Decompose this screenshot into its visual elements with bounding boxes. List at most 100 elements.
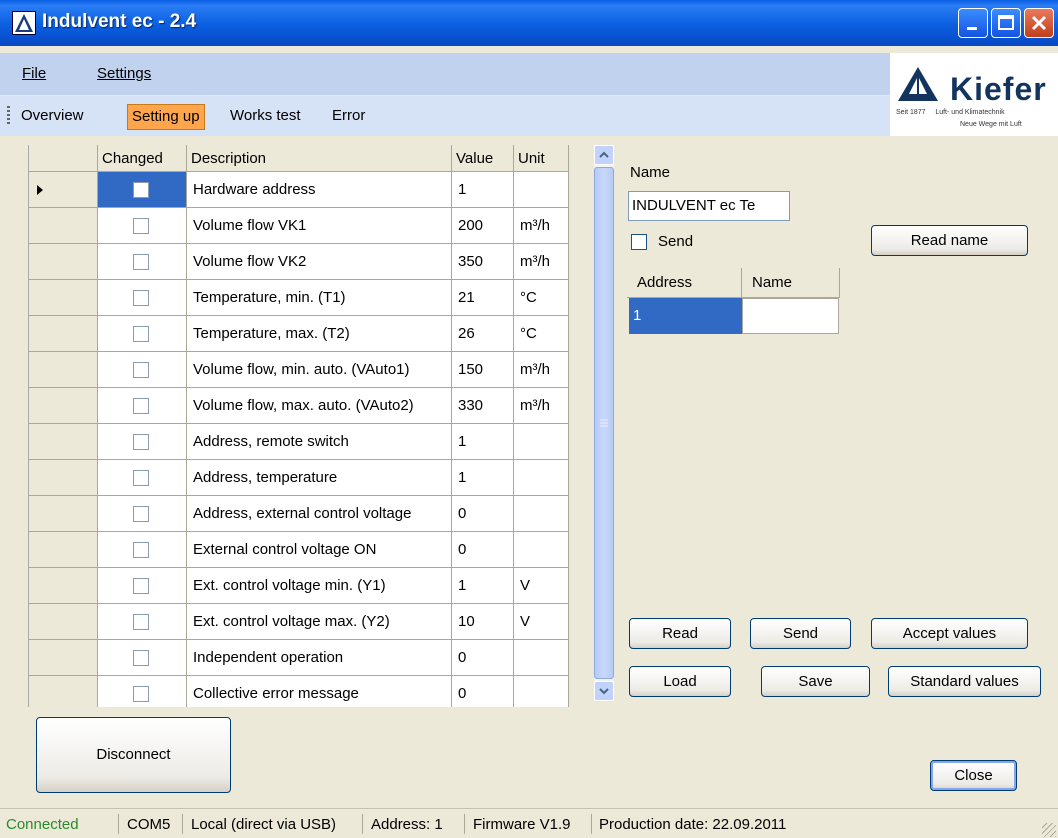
value-cell[interactable]: 0 [452, 676, 514, 707]
changed-cell[interactable] [98, 280, 187, 316]
table-row[interactable]: External control voltage ON 0 [29, 532, 569, 568]
value-cell[interactable]: 350 [452, 244, 514, 280]
table-row[interactable]: Address, remote switch 1 [29, 424, 569, 460]
changed-checkbox[interactable] [133, 542, 149, 558]
changed-cell[interactable] [98, 640, 187, 676]
row-header[interactable] [29, 172, 98, 208]
name-input[interactable]: INDULVENT ec Te [628, 191, 790, 221]
changed-cell[interactable] [98, 244, 187, 280]
value-cell[interactable]: 150 [452, 352, 514, 388]
row-header[interactable] [29, 280, 98, 316]
value-cell[interactable]: 1 [452, 424, 514, 460]
changed-cell[interactable] [98, 604, 187, 640]
table-row[interactable]: Address, temperature 1 [29, 460, 569, 496]
changed-checkbox[interactable] [133, 686, 149, 702]
value-cell[interactable]: 1 [452, 568, 514, 604]
changed-checkbox[interactable] [133, 218, 149, 234]
row-header[interactable] [29, 244, 98, 280]
tab-overview[interactable]: Overview [17, 104, 88, 128]
address-cell[interactable]: 1 [629, 298, 742, 334]
address-column-header[interactable]: Address [627, 268, 742, 298]
row-header[interactable] [29, 460, 98, 496]
row-header[interactable] [29, 352, 98, 388]
table-row[interactable]: Volume flow VK1 200 m³/h [29, 208, 569, 244]
table-row[interactable]: Hardware address 1 [29, 172, 569, 208]
value-cell[interactable]: 1 [452, 172, 514, 208]
load-button[interactable]: Load [629, 666, 731, 697]
row-header[interactable] [29, 676, 98, 707]
changed-checkbox[interactable] [133, 578, 149, 594]
row-header[interactable] [29, 532, 98, 568]
table-row[interactable]: Collective error message 0 [29, 676, 569, 707]
changed-checkbox[interactable] [133, 182, 149, 198]
table-row[interactable]: Independent operation 0 [29, 640, 569, 676]
save-button[interactable]: Save [761, 666, 870, 697]
column-header-changed[interactable]: Changed [98, 145, 187, 172]
value-cell[interactable]: 200 [452, 208, 514, 244]
column-header-unit[interactable]: Unit [514, 145, 569, 172]
address-grid[interactable]: Address Name 1 [627, 268, 840, 336]
value-cell[interactable]: 0 [452, 640, 514, 676]
close-window-button[interactable] [1024, 8, 1054, 38]
changed-cell[interactable] [98, 208, 187, 244]
table-row[interactable]: Volume flow, min. auto. (VAuto1) 150 m³/h [29, 352, 569, 388]
changed-checkbox[interactable] [133, 398, 149, 414]
value-cell[interactable]: 0 [452, 496, 514, 532]
disconnect-button[interactable]: Disconnect [36, 717, 231, 793]
changed-cell[interactable] [98, 676, 187, 707]
changed-cell[interactable] [98, 568, 187, 604]
value-cell[interactable]: 330 [452, 388, 514, 424]
changed-cell[interactable] [98, 388, 187, 424]
changed-cell[interactable] [98, 532, 187, 568]
name-column-header[interactable]: Name [742, 268, 840, 298]
column-header-value[interactable]: Value [452, 145, 514, 172]
close-button[interactable]: Close [930, 760, 1017, 791]
send-name-checkbox[interactable] [631, 234, 647, 250]
address-name-cell[interactable] [742, 298, 839, 334]
changed-cell[interactable] [98, 172, 187, 208]
table-row[interactable]: Volume flow VK2 350 m³/h [29, 244, 569, 280]
row-header[interactable] [29, 388, 98, 424]
scroll-thumb[interactable] [594, 167, 614, 679]
scroll-up-button[interactable] [594, 145, 614, 165]
changed-checkbox[interactable] [133, 326, 149, 342]
row-header[interactable] [29, 316, 98, 352]
changed-checkbox[interactable] [133, 434, 149, 450]
menu-settings[interactable]: Settings [97, 65, 151, 82]
row-header[interactable] [29, 568, 98, 604]
row-header[interactable] [29, 496, 98, 532]
toolbar-grip[interactable] [7, 106, 10, 126]
send-button[interactable]: Send [750, 618, 851, 649]
changed-cell[interactable] [98, 460, 187, 496]
table-row[interactable]: Volume flow, max. auto. (VAuto2) 330 m³/h [29, 388, 569, 424]
resize-grip[interactable] [1042, 823, 1056, 837]
changed-cell[interactable] [98, 424, 187, 460]
row-header[interactable] [29, 640, 98, 676]
changed-checkbox[interactable] [133, 614, 149, 630]
read-button[interactable]: Read [629, 618, 731, 649]
value-cell[interactable]: 1 [452, 460, 514, 496]
tab-error[interactable]: Error [328, 104, 369, 128]
table-row[interactable]: Ext. control voltage min. (Y1) 1 V [29, 568, 569, 604]
maximize-button[interactable] [991, 8, 1021, 38]
changed-cell[interactable] [98, 316, 187, 352]
tab-setting-up[interactable]: Setting up [127, 104, 205, 130]
parameter-grid[interactable]: Changed Description Value Unit Hardware … [28, 145, 569, 707]
table-row[interactable]: Temperature, min. (T1) 21 °C [29, 280, 569, 316]
changed-checkbox[interactable] [133, 362, 149, 378]
accept-values-button[interactable]: Accept values [871, 618, 1028, 649]
changed-checkbox[interactable] [133, 254, 149, 270]
menu-file[interactable]: File [22, 65, 46, 82]
row-header[interactable] [29, 208, 98, 244]
changed-checkbox[interactable] [133, 470, 149, 486]
row-header[interactable] [29, 424, 98, 460]
tab-works-test[interactable]: Works test [226, 104, 305, 128]
changed-cell[interactable] [98, 352, 187, 388]
read-name-button[interactable]: Read name [871, 225, 1028, 256]
scroll-down-button[interactable] [594, 681, 614, 701]
value-cell[interactable]: 21 [452, 280, 514, 316]
column-header-description[interactable]: Description [187, 145, 452, 172]
changed-checkbox[interactable] [133, 506, 149, 522]
standard-values-button[interactable]: Standard values [888, 666, 1041, 697]
value-cell[interactable]: 26 [452, 316, 514, 352]
